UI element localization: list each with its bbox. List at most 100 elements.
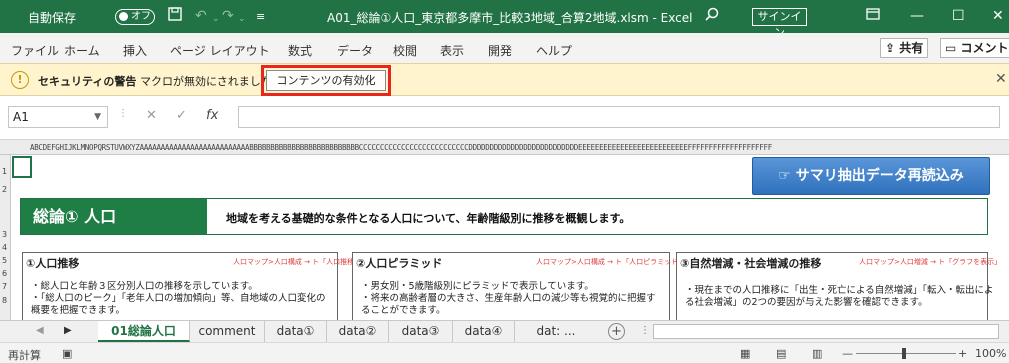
row-number[interactable]: 1 [2,167,7,176]
horizontal-scrollbar[interactable] [653,324,999,339]
undo-icon[interactable]: ↶ [195,7,207,25]
share-label: 共有 [899,41,924,55]
box-link[interactable]: 人口マップ>人口構成 → ト「人口推移」 [233,257,361,267]
box-link[interactable]: 人口マップ>人口増減 → ト「グラフを表示」 [859,257,1001,267]
tab-formulas[interactable]: 数式 [288,42,312,59]
close-icon[interactable]: ✕ [992,7,1004,25]
tab-review[interactable]: 校閲 [393,42,417,59]
sheet-tab-data4[interactable]: data④ [453,321,515,342]
column-headers[interactable]: ABCDEFGHIJKLMNOPQRSTUVWXYZAAAAAAAAAAAAAA… [0,140,1009,155]
row-number[interactable]: 4 [2,243,7,252]
normal-view-icon[interactable]: ▦ [740,347,750,360]
warning-icon: ! [11,71,29,89]
undo-dropdown-icon[interactable]: ⌄ [212,10,220,28]
box-line: ・男女別・5歳階級別にピラミッドで表示しています。 [361,281,594,292]
sheet-tab-more[interactable]: dat: ... [515,321,597,342]
row-headers[interactable]: 1 2 3 4 5 6 7 8 [0,155,11,320]
chevron-down-icon[interactable]: ▼ [94,107,101,127]
autosave-label: 自動保存 [28,11,77,25]
calc-mode: 再計算 [8,349,41,362]
scroll-tabs-left-icon[interactable]: ◀ [36,325,44,336]
search-icon[interactable] [705,7,719,26]
sheet-tab-comment[interactable]: comment [190,321,265,342]
scroll-tabs-right-icon[interactable]: ▶ [64,325,72,336]
worksheet-grid[interactable]: ABCDEFGHIJKLMNOPQRSTUVWXYZAAAAAAAAAAAAAA… [0,140,1009,320]
status-bar: 再計算 ▣ ▦ ▤ ▥ — + 100% [0,342,1009,363]
row-number[interactable]: 7 [2,282,7,291]
box-line: ・将来の高齢者層の大きさ、生産年齢人口の減少等も視覚的に把握す [361,293,656,304]
redo-icon[interactable]: ↷ [222,7,234,25]
tab-home[interactable]: ホーム [64,42,100,59]
page-break-view-icon[interactable]: ▥ [812,347,822,360]
box-line: ・「総人口のピーク」「老年人口の増加傾向」等、自地域の人口変化の [31,293,326,304]
info-box-population-pyramid: ②人口ピラミッド 人口マップ>人口構成 → ト「人口ピラミッド」 ・男女別・5歳… [352,252,685,320]
toggle-knob [119,12,128,21]
reload-summary-data-button[interactable]: ☞ サマリ抽出データ再読込み [752,157,990,195]
zoom-out-icon[interactable]: — [842,347,853,360]
box-link[interactable]: 人口マップ>人口構成 → ト「人口ピラミッド」 [536,257,685,267]
macro-record-icon[interactable]: ▣ [62,347,72,360]
tab-insert[interactable]: 挿入 [123,42,147,59]
row-number[interactable]: 5 [2,256,7,265]
comment-button[interactable]: ▭ コメント [940,38,1009,58]
comment-icon: ▭ [945,41,961,55]
add-sheet-icon[interactable]: + [608,323,625,340]
box-line: 概要を把握できます。 [31,305,126,316]
zoom-slider[interactable] [856,353,956,354]
ribbon-tabs: ファイル ホーム 挿入 ページ レイアウト 数式 データ 校閲 表示 開発 ヘル… [0,33,1009,63]
row-number[interactable]: 6 [2,269,7,278]
sheet-tab-01[interactable]: 01総論人口 [98,321,190,342]
more-icon: ⋮ [640,325,650,336]
tab-data[interactable]: データ [337,42,373,59]
tab-help[interactable]: ヘルプ [536,42,572,59]
info-box-population-trend: ①人口推移 人口マップ>人口構成 → ト「人口推移」 ・総人口と年齢３区分別人口… [22,252,361,320]
more-icon: ⋮ [118,108,128,119]
box-line: ・総人口と年齢３区分別人口の推移を示しています。 [31,281,258,292]
share-button[interactable]: ⇪ 共有 [880,38,929,58]
ribbon-display-options-icon[interactable] [866,7,880,26]
box-line: ることができます。 [361,305,446,316]
autosave-state: オフ [131,11,151,22]
formula-input[interactable] [238,106,1000,128]
box-title: ①人口推移 [26,257,80,270]
save-icon[interactable] [168,7,182,26]
signin-button[interactable]: サインイン [752,8,807,39]
enter-icon[interactable]: ✓ [176,108,187,123]
name-box[interactable]: A1 ▼ [8,106,108,128]
formula-bar: A1 ▼ ⋮ ✕ ✓ fx [0,96,1009,140]
banner-description: 地域を考える基礎的な条件となる人口について、年齢階級別に推移を概観します。 [226,212,631,225]
window-title: A01_総論①人口_東京都多摩市_比較3地域_合算2地域.xlsm - Exce… [327,11,693,25]
sheet-tab-data3[interactable]: data③ [389,321,453,342]
row-number[interactable]: 3 [2,230,7,239]
zoom-in-icon[interactable]: + [958,347,967,360]
page-layout-view-icon[interactable]: ▤ [776,347,786,360]
zoom-slider-handle[interactable] [902,348,906,359]
insert-function-icon[interactable]: fx [206,108,218,123]
customize-qat-icon[interactable]: ≡ [256,8,265,26]
minimize-icon[interactable]: — [910,7,924,25]
tab-developer[interactable]: 開発 [488,42,512,59]
redo-dropdown-icon[interactable]: ⌄ [238,10,246,28]
sheet-tab-data1[interactable]: data① [265,321,327,342]
cancel-icon[interactable]: ✕ [146,108,157,123]
box-line: る社会増減」の2つの要因が与えた影響を確認できます。 [685,297,928,308]
warning-title: セキュリティの警告 [38,75,137,88]
maximize-icon[interactable]: ☐ [952,7,965,25]
name-box-value: A1 [13,110,29,124]
row-number[interactable]: 2 [2,185,7,194]
tab-file[interactable]: ファイル [11,42,59,59]
autosave-toggle[interactable]: オフ [115,9,155,25]
security-warning-bar: ! セキュリティの警告 マクロが無効にされました。 コンテンツの有効化 ✕ [0,63,1009,96]
comment-label: コメント [960,41,1009,55]
annotation-highlight-box [261,65,391,96]
info-box-natural-social-change: ③自然増減・社会増減の推移 人口マップ>人口増減 → ト「グラフを表示」 ・現在… [676,252,1001,320]
selected-cell[interactable] [12,156,32,178]
row-number[interactable]: 8 [2,296,7,305]
title-bar: 自動保存 オフ ↶ ⌄ ↷ ⌄ ≡ A01_総論①人口_東京都多摩市_比較3地域… [0,0,1009,39]
close-icon[interactable]: ✕ [995,71,1007,87]
zoom-level[interactable]: 100% [975,347,1006,360]
tab-page-layout[interactable]: ページ レイアウト [170,42,270,59]
sheet-tab-data2[interactable]: data② [327,321,389,342]
share-icon: ⇪ [885,41,900,55]
tab-view[interactable]: 表示 [440,42,464,59]
